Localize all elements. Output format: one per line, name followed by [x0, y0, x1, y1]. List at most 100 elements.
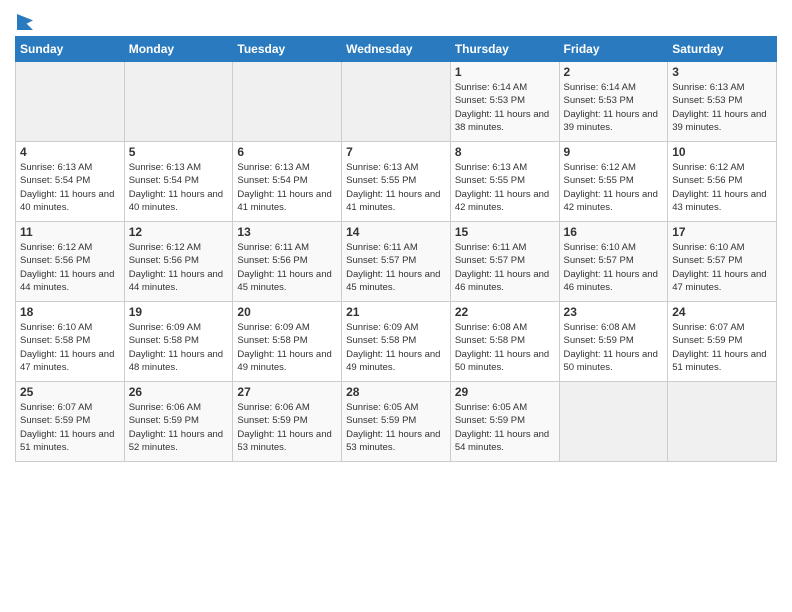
calendar-cell	[342, 62, 451, 142]
day-number: 22	[455, 305, 555, 319]
column-header-tuesday: Tuesday	[233, 37, 342, 62]
calendar-week-3: 11 Sunrise: 6:12 AMSunset: 5:56 PMDayligh…	[16, 222, 777, 302]
calendar-cell: 14Sunrise: 6:11 AMSunset: 5:57 PMDayligh…	[342, 222, 451, 302]
calendar-cell: 1 Sunrise: 6:14 AMSunset: 5:53 PMDaylight…	[450, 62, 559, 142]
column-header-sunday: Sunday	[16, 37, 125, 62]
calendar-cell: 5 Sunrise: 6:13 AMSunset: 5:54 PMDaylight…	[124, 142, 233, 222]
calendar-cell: 18Sunrise: 6:10 AMSunset: 5:58 PMDayligh…	[16, 302, 125, 382]
day-number: 13	[237, 225, 337, 239]
calendar-cell: 28Sunrise: 6:05 AMSunset: 5:59 PMDayligh…	[342, 382, 451, 462]
day-number: 24	[672, 305, 772, 319]
column-header-wednesday: Wednesday	[342, 37, 451, 62]
calendar-body: 1 Sunrise: 6:14 AMSunset: 5:53 PMDaylight…	[16, 62, 777, 462]
calendar-cell: 21 Sunrise: 6:09 AMSunset: 5:58 PMDayligh…	[342, 302, 451, 382]
day-number: 7	[346, 145, 446, 159]
day-info: Sunrise: 6:13 AMSunset: 5:55 PMDaylight:…	[455, 161, 555, 214]
day-number: 20	[237, 305, 337, 319]
day-info: Sunrise: 6:10 AMSunset: 5:57 PMDaylight:…	[564, 241, 664, 294]
day-number: 29	[455, 385, 555, 399]
day-info: Sunrise: 6:06 AMSunset: 5:59 PMDaylight:…	[129, 401, 229, 454]
day-number: 4	[20, 145, 120, 159]
calendar-cell: 16 Sunrise: 6:10 AMSunset: 5:57 PMDayligh…	[559, 222, 668, 302]
day-number: 5	[129, 145, 229, 159]
header	[15, 10, 777, 30]
day-info: Sunrise: 6:07 AMSunset: 5:59 PMDaylight:…	[672, 321, 772, 374]
day-info: Sunrise: 6:12 AMSunset: 5:56 PMDaylight:…	[129, 241, 229, 294]
day-number: 9	[564, 145, 664, 159]
calendar-cell	[559, 382, 668, 462]
calendar-cell: 8Sunrise: 6:13 AMSunset: 5:55 PMDaylight…	[450, 142, 559, 222]
calendar-cell: 12 Sunrise: 6:12 AMSunset: 5:56 PMDayligh…	[124, 222, 233, 302]
day-number: 21	[346, 305, 446, 319]
day-number: 23	[564, 305, 664, 319]
calendar-cell: 6Sunrise: 6:13 AMSunset: 5:54 PMDaylight…	[233, 142, 342, 222]
day-number: 10	[672, 145, 772, 159]
calendar-cell	[668, 382, 777, 462]
day-info: Sunrise: 6:07 AMSunset: 5:59 PMDaylight:…	[20, 401, 120, 454]
calendar-cell: 22 Sunrise: 6:08 AMSunset: 5:58 PMDayligh…	[450, 302, 559, 382]
column-header-friday: Friday	[559, 37, 668, 62]
calendar-cell: 23 Sunrise: 6:08 AMSunset: 5:59 PMDayligh…	[559, 302, 668, 382]
day-info: Sunrise: 6:13 AMSunset: 5:54 PMDaylight:…	[20, 161, 120, 214]
calendar-cell	[16, 62, 125, 142]
day-info: Sunrise: 6:08 AMSunset: 5:58 PMDaylight:…	[455, 321, 555, 374]
calendar-cell: 15 Sunrise: 6:11 AMSunset: 5:57 PMDayligh…	[450, 222, 559, 302]
day-number: 16	[564, 225, 664, 239]
day-number: 25	[20, 385, 120, 399]
calendar-cell: 19 Sunrise: 6:09 AMSunset: 5:58 PMDayligh…	[124, 302, 233, 382]
day-info: Sunrise: 6:14 AMSunset: 5:53 PMDaylight:…	[564, 81, 664, 134]
day-info: Sunrise: 6:13 AMSunset: 5:54 PMDaylight:…	[129, 161, 229, 214]
calendar-cell	[124, 62, 233, 142]
day-number: 26	[129, 385, 229, 399]
calendar-table: SundayMondayTuesdayWednesdayThursdayFrid…	[15, 36, 777, 462]
calendar-cell: 13 Sunrise: 6:11 AMSunset: 5:56 PMDayligh…	[233, 222, 342, 302]
calendar-week-2: 4 Sunrise: 6:13 AMSunset: 5:54 PMDaylight…	[16, 142, 777, 222]
calendar-cell: 4 Sunrise: 6:13 AMSunset: 5:54 PMDaylight…	[16, 142, 125, 222]
day-number: 6	[237, 145, 337, 159]
day-info: Sunrise: 6:12 AMSunset: 5:56 PMDaylight:…	[20, 241, 120, 294]
day-info: Sunrise: 6:10 AMSunset: 5:58 PMDaylight:…	[20, 321, 120, 374]
day-info: Sunrise: 6:06 AMSunset: 5:59 PMDaylight:…	[237, 401, 337, 454]
calendar-cell: 26 Sunrise: 6:06 AMSunset: 5:59 PMDayligh…	[124, 382, 233, 462]
column-header-monday: Monday	[124, 37, 233, 62]
calendar-header-row: SundayMondayTuesdayWednesdayThursdayFrid…	[16, 37, 777, 62]
logo	[15, 14, 33, 30]
day-info: Sunrise: 6:09 AMSunset: 5:58 PMDaylight:…	[129, 321, 229, 374]
calendar-cell: 17Sunrise: 6:10 AMSunset: 5:57 PMDayligh…	[668, 222, 777, 302]
calendar-cell: 20 Sunrise: 6:09 AMSunset: 5:58 PMDayligh…	[233, 302, 342, 382]
day-number: 1	[455, 65, 555, 79]
day-info: Sunrise: 6:11 AMSunset: 5:57 PMDaylight:…	[346, 241, 446, 294]
day-info: Sunrise: 6:12 AMSunset: 5:56 PMDaylight:…	[672, 161, 772, 214]
calendar-cell: 3Sunrise: 6:13 AMSunset: 5:53 PMDaylight…	[668, 62, 777, 142]
column-header-saturday: Saturday	[668, 37, 777, 62]
day-info: Sunrise: 6:09 AMSunset: 5:58 PMDaylight:…	[346, 321, 446, 374]
day-number: 2	[564, 65, 664, 79]
day-info: Sunrise: 6:05 AMSunset: 5:59 PMDaylight:…	[455, 401, 555, 454]
day-info: Sunrise: 6:13 AMSunset: 5:55 PMDaylight:…	[346, 161, 446, 214]
day-number: 15	[455, 225, 555, 239]
calendar-cell: 24 Sunrise: 6:07 AMSunset: 5:59 PMDayligh…	[668, 302, 777, 382]
day-info: Sunrise: 6:11 AMSunset: 5:56 PMDaylight:…	[237, 241, 337, 294]
day-number: 11	[20, 225, 120, 239]
column-header-thursday: Thursday	[450, 37, 559, 62]
calendar-week-5: 25 Sunrise: 6:07 AMSunset: 5:59 PMDayligh…	[16, 382, 777, 462]
day-info: Sunrise: 6:14 AMSunset: 5:53 PMDaylight:…	[455, 81, 555, 134]
calendar-cell: 29 Sunrise: 6:05 AMSunset: 5:59 PMDayligh…	[450, 382, 559, 462]
day-info: Sunrise: 6:13 AMSunset: 5:53 PMDaylight:…	[672, 81, 772, 134]
calendar-cell: 7 Sunrise: 6:13 AMSunset: 5:55 PMDaylight…	[342, 142, 451, 222]
calendar-cell: 9 Sunrise: 6:12 AMSunset: 5:55 PMDaylight…	[559, 142, 668, 222]
calendar-cell	[233, 62, 342, 142]
day-number: 19	[129, 305, 229, 319]
day-info: Sunrise: 6:08 AMSunset: 5:59 PMDaylight:…	[564, 321, 664, 374]
calendar-week-4: 18Sunrise: 6:10 AMSunset: 5:58 PMDayligh…	[16, 302, 777, 382]
day-number: 12	[129, 225, 229, 239]
calendar-cell: 27Sunrise: 6:06 AMSunset: 5:59 PMDayligh…	[233, 382, 342, 462]
day-info: Sunrise: 6:10 AMSunset: 5:57 PMDaylight:…	[672, 241, 772, 294]
calendar-cell: 10 Sunrise: 6:12 AMSunset: 5:56 PMDayligh…	[668, 142, 777, 222]
day-info: Sunrise: 6:11 AMSunset: 5:57 PMDaylight:…	[455, 241, 555, 294]
day-info: Sunrise: 6:09 AMSunset: 5:58 PMDaylight:…	[237, 321, 337, 374]
logo-icon	[17, 14, 33, 30]
day-info: Sunrise: 6:12 AMSunset: 5:55 PMDaylight:…	[564, 161, 664, 214]
day-info: Sunrise: 6:05 AMSunset: 5:59 PMDaylight:…	[346, 401, 446, 454]
calendar-week-1: 1 Sunrise: 6:14 AMSunset: 5:53 PMDaylight…	[16, 62, 777, 142]
